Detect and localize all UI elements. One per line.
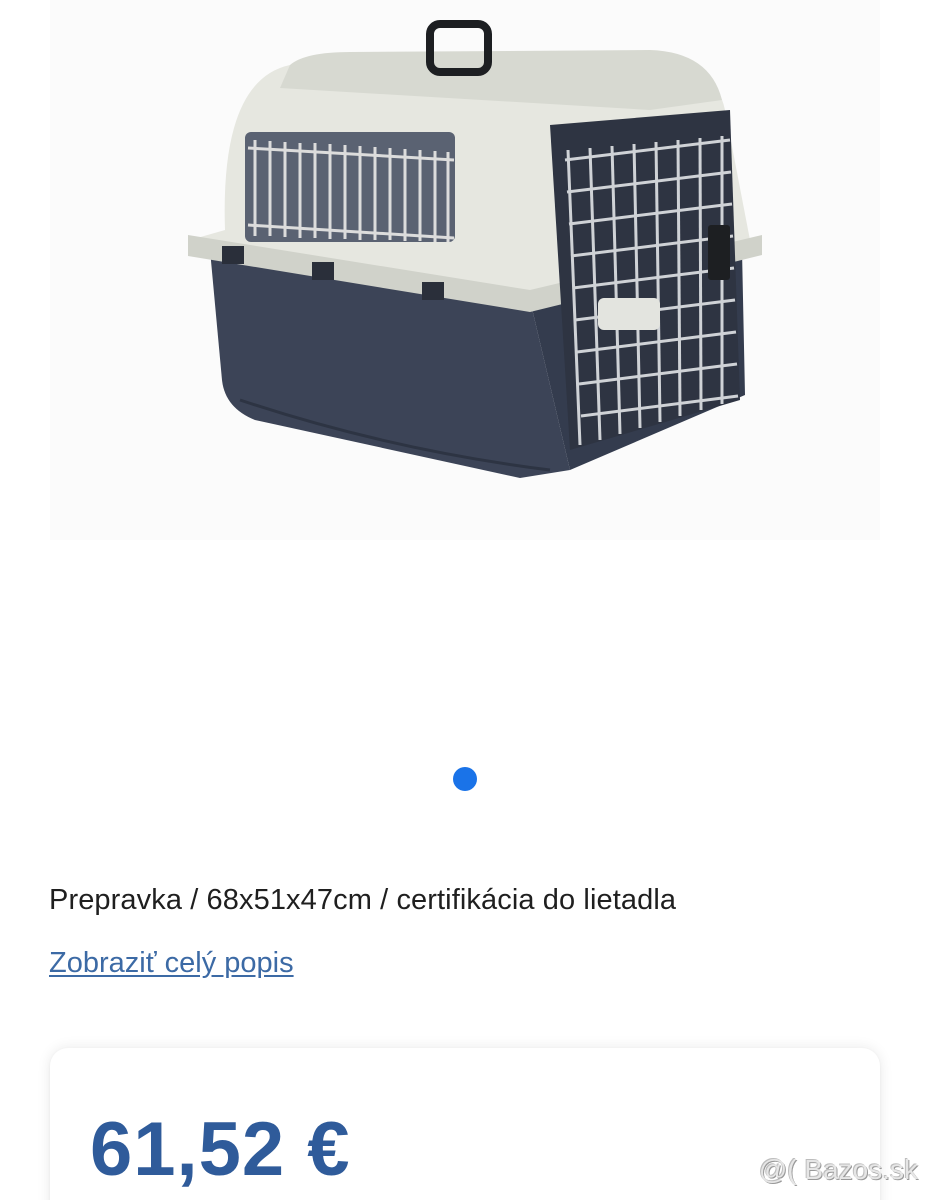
- price-value: 61,52 €: [90, 1107, 351, 1192]
- bazos-watermark: @( Bazos.sk: [758, 1154, 918, 1185]
- product-photo[interactable]: [50, 0, 880, 540]
- show-full-description-link[interactable]: Zobraziť celý popis: [49, 947, 294, 980]
- pet-carrier-image: [188, 20, 762, 478]
- gallery-page-indicator[interactable]: [453, 767, 477, 791]
- listing-title: Prepravka / 68x51x47cm / certifikácia do…: [49, 884, 677, 916]
- price-card: 61,52 €: [50, 1048, 880, 1200]
- listing-page: Prepravka / 68x51x47cm / certifikácia do…: [0, 0, 930, 1200]
- image-gallery[interactable]: [0, 0, 930, 820]
